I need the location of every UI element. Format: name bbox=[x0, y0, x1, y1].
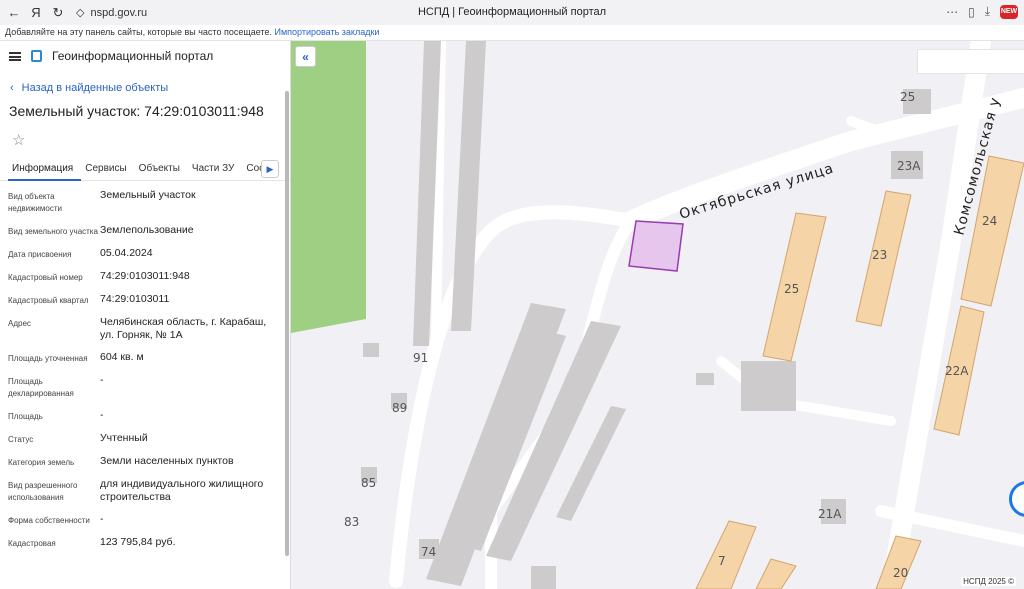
table-row: Площадь декларированная - bbox=[8, 374, 290, 400]
portal-logo-icon bbox=[31, 50, 42, 62]
house-number: 24 bbox=[982, 214, 997, 228]
property-label: Категория земель bbox=[8, 458, 75, 467]
house-number: 85 bbox=[361, 476, 376, 490]
table-row: Площадь - bbox=[8, 409, 290, 423]
bookmarks-hint: Добавляйте на эту панель сайты, которые … bbox=[5, 27, 272, 37]
favorite-star-icon[interactable]: ☆ bbox=[0, 131, 290, 153]
property-label: Вид объекта недвижимости bbox=[8, 192, 62, 213]
more-icon[interactable]: ⋯ bbox=[946, 5, 958, 19]
property-value: - bbox=[100, 409, 104, 421]
house-number: 74 bbox=[421, 545, 436, 559]
import-bookmarks-link[interactable]: Импортировать закладки bbox=[275, 27, 380, 37]
table-row: Кадастровый номер 74:29:0103011:948 bbox=[8, 270, 290, 284]
tab-objects[interactable]: Объекты bbox=[135, 157, 188, 181]
shield-icon: ◇ bbox=[76, 7, 85, 19]
tab-bar: Информация Сервисы Объекты Части ЗУ Сост… bbox=[0, 157, 290, 181]
property-value: 74:29:0103011:948 bbox=[100, 270, 190, 282]
table-row: Площадь уточненная 604 кв. м bbox=[8, 351, 290, 365]
property-label: Кадастровый номер bbox=[8, 273, 83, 282]
house-number: 89 bbox=[392, 401, 407, 415]
property-value: 74:29:0103011 bbox=[100, 293, 170, 305]
property-label: Вид разрешенного использования bbox=[8, 481, 78, 502]
table-row: Статус Учтенный bbox=[8, 432, 290, 446]
property-value: - bbox=[100, 513, 104, 525]
map-search-box[interactable] bbox=[917, 49, 1024, 74]
panel-scrollbar[interactable] bbox=[285, 91, 289, 556]
table-row: Вид разрешенного использования для индиви… bbox=[8, 478, 290, 504]
house-number: 91 bbox=[413, 351, 428, 365]
park-area bbox=[291, 41, 366, 333]
property-value: Земли населенных пунктов bbox=[100, 455, 234, 467]
table-row: Категория земель Земли населенных пунктов bbox=[8, 455, 290, 469]
property-value: 123 795,84 руб. bbox=[100, 536, 176, 548]
property-label: Вид земельного участка bbox=[8, 227, 98, 236]
property-value: 05.04.2024 bbox=[100, 247, 153, 259]
house-number: 21А bbox=[818, 507, 842, 521]
property-value: Учтенный bbox=[100, 432, 148, 444]
property-value: для индивидуального жилищного строительс… bbox=[100, 478, 264, 503]
back-to-results-link[interactable]: ‹ Назад в найденные объекты bbox=[0, 82, 290, 94]
table-row: Вид объекта недвижимости Земельный участо… bbox=[8, 189, 290, 215]
collapse-panel-button[interactable]: « bbox=[295, 46, 316, 67]
yandex-icon[interactable]: Я bbox=[28, 5, 44, 21]
map-copyright: НСПД 2025 © bbox=[961, 577, 1016, 586]
house-number: 7 bbox=[718, 554, 726, 568]
property-label: Площадь уточненная bbox=[8, 354, 88, 363]
house-number: 23 bbox=[872, 248, 887, 262]
extension-badge[interactable]: NEW bbox=[1000, 4, 1018, 19]
bookmark-icon[interactable]: ▯ bbox=[968, 5, 975, 19]
tab-parts[interactable]: Части ЗУ bbox=[188, 157, 242, 181]
property-label: Кадастровый квартал bbox=[8, 296, 89, 305]
property-value: Землепользование bbox=[100, 224, 194, 236]
table-row: Дата присвоения 05.04.2024 bbox=[8, 247, 290, 261]
window-title: НСПД | Геоинформационный портал bbox=[417, 6, 607, 18]
browser-toolbar: ← Я ↻ ◇ nspd.gov.ru НСПД | Геоинформацио… bbox=[0, 0, 1024, 25]
property-label: Дата присвоения bbox=[8, 250, 72, 259]
property-label: Площадь декларированная bbox=[8, 377, 74, 398]
table-row: Форма собственности - bbox=[8, 513, 290, 527]
object-info-panel: Геоинформационный портал ‹ Назад в найде… bbox=[0, 41, 291, 589]
property-label: Адрес bbox=[8, 319, 31, 328]
house-number: 20 bbox=[893, 566, 908, 580]
house-number: 25 bbox=[784, 282, 799, 296]
property-label: Статус bbox=[8, 435, 34, 444]
house-number: 83 bbox=[344, 515, 359, 529]
menu-icon[interactable] bbox=[9, 51, 21, 61]
arrow-left-icon[interactable]: ← bbox=[6, 5, 22, 21]
url-text: nspd.gov.ru bbox=[90, 6, 148, 19]
property-label: Площадь bbox=[8, 412, 43, 421]
chevron-left-icon: ‹ bbox=[10, 82, 14, 94]
properties-list: Вид объекта недвижимости Земельный участо… bbox=[0, 189, 290, 550]
tab-information[interactable]: Информация bbox=[8, 157, 82, 181]
table-row: Вид земельного участка Землепользование bbox=[8, 224, 290, 238]
table-row: Кадастровая 123 795,84 руб. bbox=[8, 536, 290, 550]
app-title: Геоинформационный портал bbox=[52, 49, 214, 63]
property-value: Челябинская область, г. Карабаш, ул. Гор… bbox=[100, 316, 267, 341]
selected-parcel[interactable] bbox=[628, 220, 684, 272]
property-value: - bbox=[100, 374, 104, 386]
app-header: Геоинформационный портал bbox=[0, 41, 290, 71]
tabs-scroll-right-icon[interactable]: ▶ bbox=[261, 160, 279, 178]
back-label: Назад в найденные объекты bbox=[21, 82, 169, 94]
table-row: Адрес Челябинская область, г. Карабаш, ул… bbox=[8, 316, 290, 342]
bookmarks-bar: Добавляйте на эту панель сайты, которые … bbox=[0, 25, 1024, 41]
property-label: Кадастровая bbox=[8, 539, 56, 548]
address-bar[interactable]: ◇ nspd.gov.ru bbox=[76, 6, 148, 20]
map-canvas[interactable]: Октябрьская улица Комсомольская у 25 23А… bbox=[291, 41, 1024, 589]
tab-services[interactable]: Сервисы bbox=[81, 157, 134, 181]
map-view[interactable]: Октябрьская улица Комсомольская у 25 23А… bbox=[291, 41, 1024, 589]
page-title: Земельный участок: 74:29:0103011:948 bbox=[9, 103, 264, 119]
house-number: 25 bbox=[900, 90, 915, 104]
reload-icon[interactable]: ↻ bbox=[50, 5, 66, 21]
table-row: Кадастровый квартал 74:29:0103011 bbox=[8, 293, 290, 307]
property-value: Земельный участок bbox=[100, 189, 196, 201]
property-value: 604 кв. м bbox=[100, 351, 144, 363]
downloads-icon[interactable]: ⤓ bbox=[985, 4, 990, 19]
house-number: 22А bbox=[945, 364, 969, 378]
house-number: 23А bbox=[897, 159, 921, 173]
property-label: Форма собственности bbox=[8, 516, 90, 525]
